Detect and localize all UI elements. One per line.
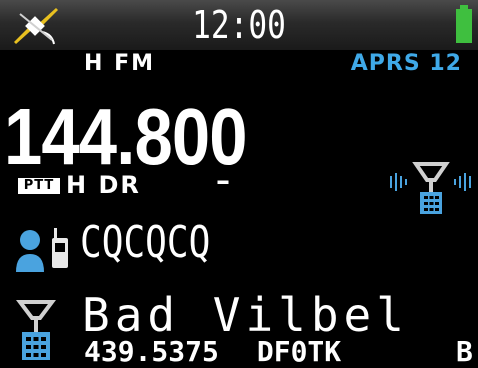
band-indicator: B (456, 335, 473, 368)
repeater-tower-icon (16, 300, 56, 360)
offset-dash: – (216, 164, 230, 197)
battery-icon (456, 5, 472, 43)
callsign-text: CQCQCQ (80, 217, 211, 268)
aprs-indicator: APRS 12 (350, 51, 462, 76)
callsign-icon (16, 228, 68, 272)
frequency-display: 144.800 (4, 92, 248, 181)
status-clock: 12:00 (192, 3, 286, 47)
status-bar: 12:00 (0, 0, 478, 50)
sub-mode-label: H DR (66, 171, 141, 199)
repeater-name: Bad Vilbel (82, 288, 409, 342)
repeater-info: 439.5375 DF0TK (84, 338, 379, 366)
repeater-signal-icon (390, 162, 471, 214)
repeater-frequency: 439.5375 (84, 335, 219, 368)
tx-mode-label: H FM (84, 51, 155, 76)
repeater-callsign: DF0TK (256, 335, 342, 368)
ptt-badge: PTT (18, 178, 60, 194)
